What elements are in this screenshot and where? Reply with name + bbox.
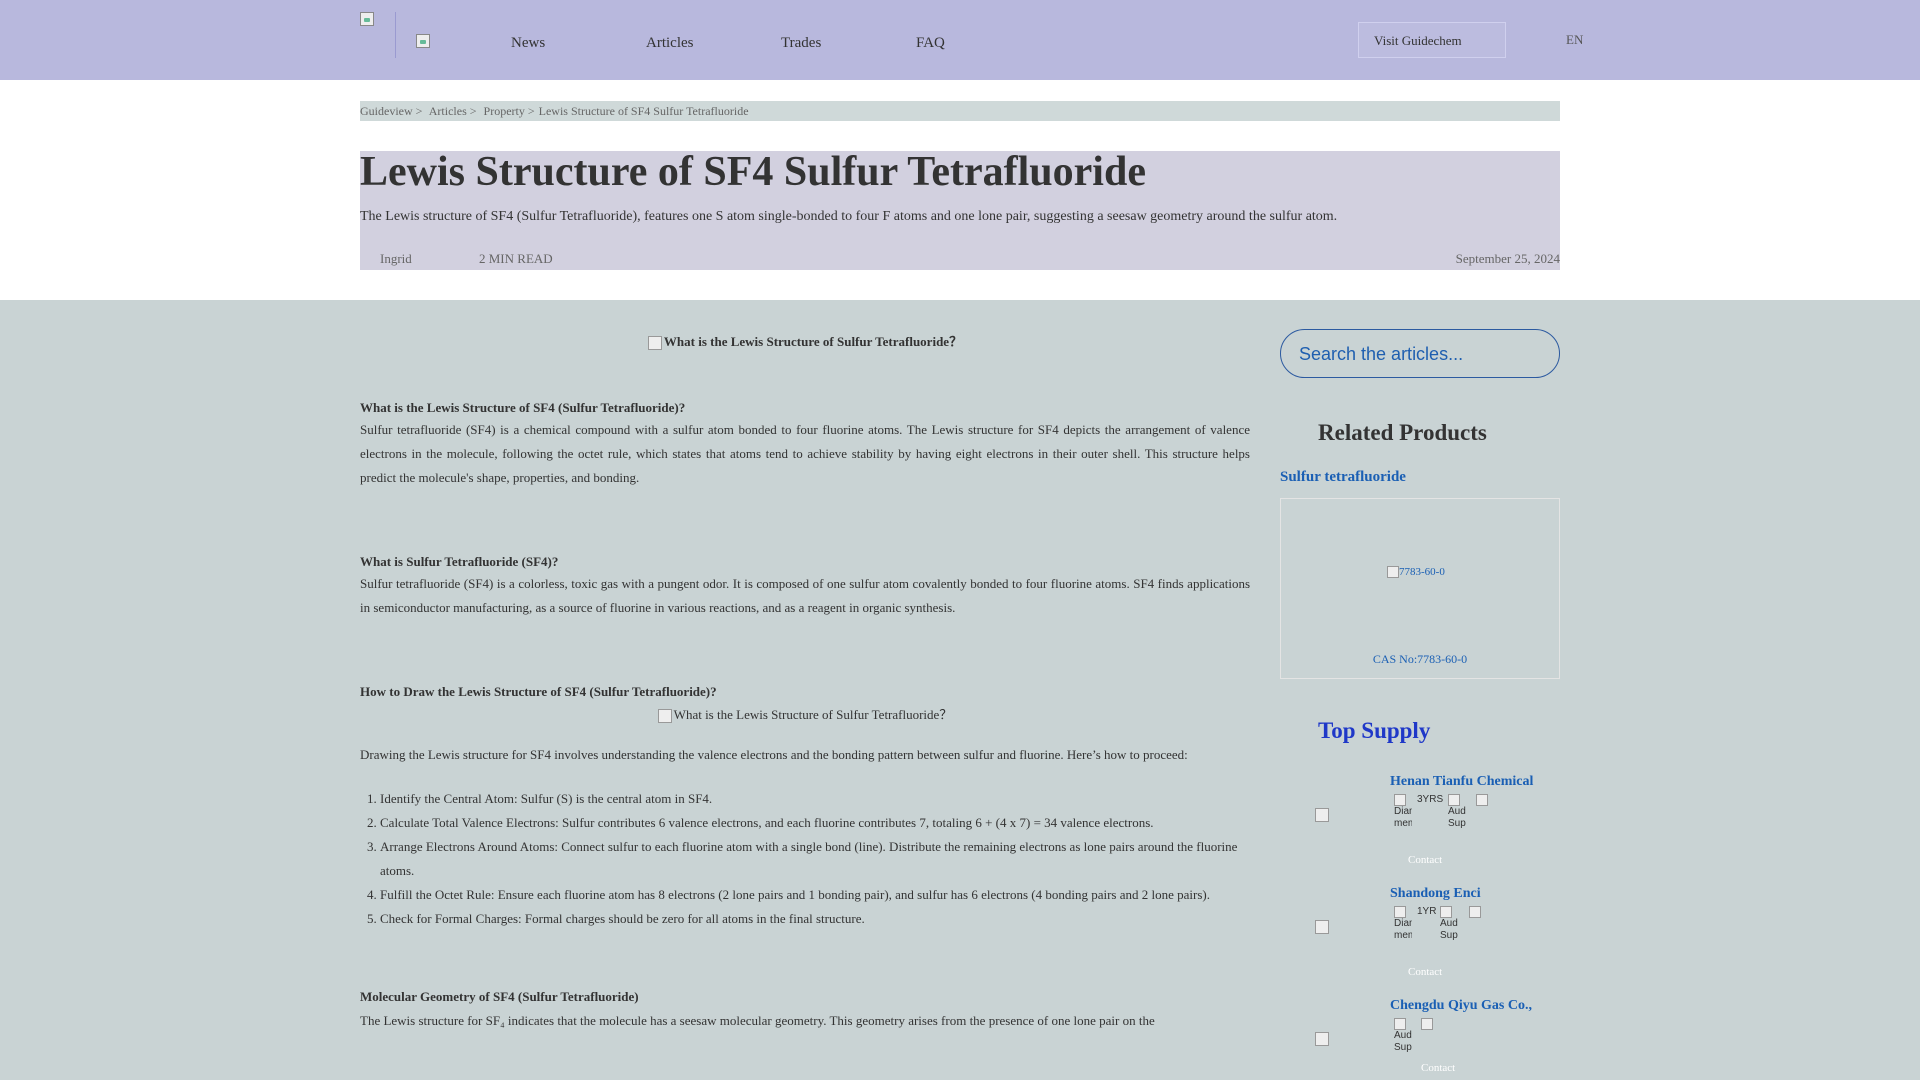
supplier-card[interactable]: Henan Tianfu Chemical Diamond member 3YR… <box>1280 774 1560 874</box>
diamond-member-icon: Diamond member <box>1394 906 1412 942</box>
section-heading: What is the Lewis Structure of SF4 (Sulf… <box>360 400 686 416</box>
audited-supplier-icon: Audited Supplier <box>1394 1018 1412 1054</box>
breadcrumb-guideview[interactable]: Guideview > <box>360 104 422 118</box>
section-paragraph: Drawing the Lewis structure for SF4 invo… <box>360 747 1188 763</box>
supplier-extra-icon <box>1421 1018 1439 1030</box>
nav-logo-image-icon <box>416 34 430 48</box>
supplier-name[interactable]: Shandong Enci <box>1390 886 1481 902</box>
section-paragraph: Sulfur tetrafluoride (SF4) is a colorles… <box>360 576 1250 616</box>
section-paragraph: Sulfur tetrafluoride (SF4) is a chemical… <box>360 422 1250 486</box>
broken-image-icon <box>647 336 662 351</box>
nav-trades[interactable]: Trades <box>781 35 821 52</box>
section-heading: What is Sulfur Tetrafluoride (SF4)? <box>360 554 559 570</box>
related-products-title: Related Products <box>1318 420 1487 445</box>
supplier-extra-icon <box>1469 906 1487 918</box>
contact-button[interactable]: Contact <box>1421 1062 1455 1074</box>
search-input[interactable]: Search the articles... <box>1280 329 1560 378</box>
breadcrumb: Guideview > Articles > Property > Lewis S… <box>360 101 1560 121</box>
supplier-logo-icon[interactable] <box>1315 1032 1329 1046</box>
product-cas[interactable]: CAS No:7783-60-0 <box>1281 652 1559 667</box>
audited-supplier-icon: Audited Supplier <box>1448 794 1466 830</box>
nav-articles[interactable]: Articles <box>646 35 693 52</box>
top-navigation-bar: News Articles Trades FAQ Visit Guidechem… <box>0 0 1920 80</box>
nav-news[interactable]: News <box>511 35 545 52</box>
related-product-link[interactable]: Sulfur tetrafluoride <box>1280 469 1406 486</box>
list-item: Fulfill the Octet Rule: Ensure each fluo… <box>380 883 1250 907</box>
author-name[interactable]: Ingrid <box>380 251 412 267</box>
publish-date: September 25, 2024 <box>1455 251 1560 266</box>
language-selector[interactable]: EN <box>1566 32 1583 48</box>
years-badge: 1YR <box>1417 906 1437 917</box>
breadcrumb-current: Lewis Structure of SF4 Sulfur Tetrafluor… <box>538 104 749 118</box>
article-body: What is the Lewis Structure of Sulfur Te… <box>360 300 1250 1033</box>
section-paragraph: The Lewis structure for SF₄ indicates th… <box>360 1013 1155 1029</box>
supplier-card[interactable]: Chengdu Qiyu Gas Co., Audited Supplier C… <box>1280 998 1560 1080</box>
read-time: 2 MIN READ <box>479 251 553 266</box>
page-title: Lewis Structure of SF4 Sulfur Tetrafluor… <box>360 149 1146 195</box>
supplier-logo-icon[interactable] <box>1315 808 1329 822</box>
broken-image-icon <box>657 709 672 724</box>
top-supply-title: Top Supply <box>1318 718 1431 743</box>
nav-faq[interactable]: FAQ <box>916 35 945 52</box>
list-item: Check for Formal Charges: Formal charges… <box>380 907 1250 931</box>
visit-guidechem-button[interactable]: Visit Guidechem <box>1358 22 1506 58</box>
site-logo[interactable] <box>360 12 396 58</box>
list-item: Arrange Electrons Around Atoms: Connect … <box>380 835 1250 883</box>
supplier-logo-icon[interactable] <box>1315 920 1329 934</box>
article-image-1: What is the Lewis Structure of Sulfur Te… <box>360 331 1250 351</box>
nav-logo[interactable] <box>416 34 430 53</box>
contact-button[interactable]: Contact <box>1408 854 1442 866</box>
product-image[interactable]: 7783-60-0 <box>1387 566 1445 579</box>
article-header: Lewis Structure of SF4 Sulfur Tetrafluor… <box>360 151 1560 270</box>
logo-image-icon <box>360 12 374 26</box>
supplier-name[interactable]: Chengdu Qiyu Gas Co., <box>1390 998 1532 1014</box>
breadcrumb-articles[interactable]: Articles > <box>429 104 477 118</box>
supplier-card[interactable]: Shandong Enci Diamond member 1YR Audited… <box>1280 886 1560 986</box>
list-item: Calculate Total Valence Electrons: Sulfu… <box>380 811 1250 835</box>
supplier-name[interactable]: Henan Tianfu Chemical <box>1390 774 1533 790</box>
years-badge: 3YRS <box>1417 794 1444 805</box>
article-image-2: What is the Lewis Structure of Sulfur Te… <box>360 704 1250 724</box>
steps-list: Identify the Central Atom: Sulfur (S) is… <box>360 787 1250 931</box>
audited-supplier-icon: Audited Supplier <box>1440 906 1458 942</box>
article-summary: The Lewis structure of SF4 (Sulfur Tetra… <box>360 209 1338 224</box>
list-item: Identify the Central Atom: Sulfur (S) is… <box>380 787 1250 811</box>
breadcrumb-property[interactable]: Property > <box>484 104 535 118</box>
product-card[interactable]: 7783-60-0 CAS No:7783-60-0 <box>1280 498 1560 679</box>
broken-image-icon <box>1387 566 1399 579</box>
diamond-member-icon: Diamond member <box>1394 794 1412 830</box>
supplier-extra-icon <box>1476 794 1494 806</box>
contact-button[interactable]: Contact <box>1408 966 1442 978</box>
section-heading: How to Draw the Lewis Structure of SF4 (… <box>360 684 717 700</box>
section-heading: Molecular Geometry of SF4 (Sulfur Tetraf… <box>360 989 639 1005</box>
